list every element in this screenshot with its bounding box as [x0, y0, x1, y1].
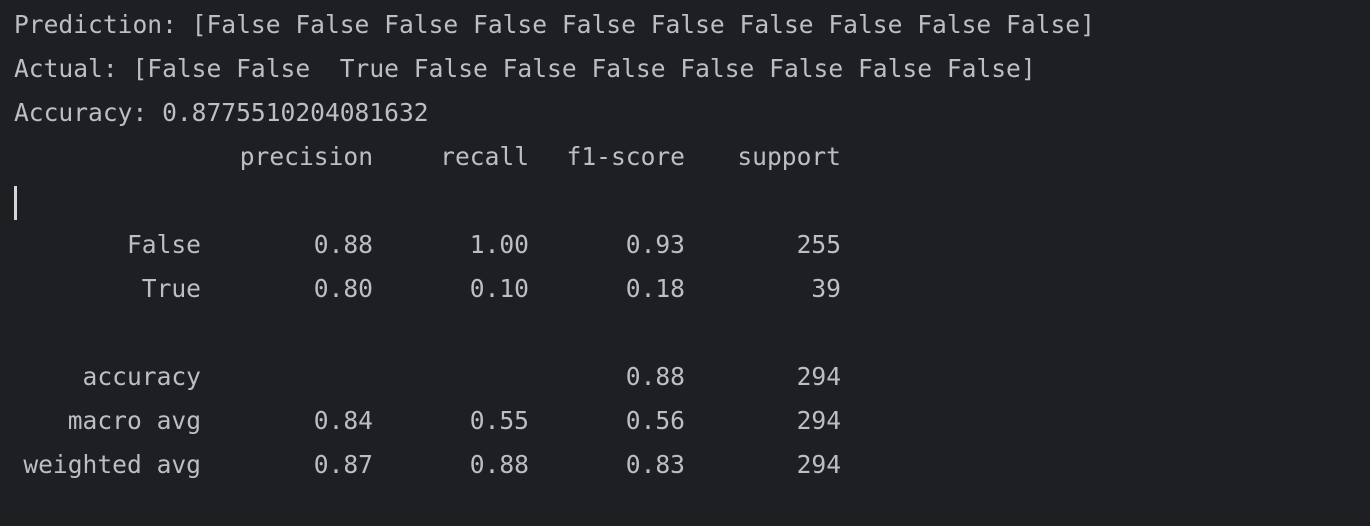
header-f1-score: f1-score [566, 142, 685, 171]
row-support: 39 [811, 274, 841, 303]
row-precision: 0.87 [313, 450, 373, 479]
row-support: 255 [796, 230, 841, 259]
row-f1-score: 0.18 [625, 274, 685, 303]
text-cursor [14, 186, 17, 220]
report-row-accuracy: accuracy 0.88 294 [14, 358, 1370, 402]
report-row-macro-avg: macro avg 0.84 0.55 0.56 294 [14, 402, 1370, 446]
row-recall: 0.55 [469, 406, 529, 435]
row-label: True [141, 274, 201, 303]
row-f1-score: 0.83 [625, 450, 685, 479]
row-precision: 0.84 [313, 406, 373, 435]
row-recall: 0.88 [469, 450, 529, 479]
row-recall: 1.00 [469, 230, 529, 259]
row-support: 294 [796, 450, 841, 479]
actual-line: Actual: [False False True False False Fa… [14, 54, 1036, 83]
row-f1-score: 0.56 [625, 406, 685, 435]
row-label: accuracy [82, 362, 201, 391]
row-precision: 0.88 [313, 230, 373, 259]
text-cursor-line[interactable] [14, 182, 1370, 226]
row-recall: 0.10 [469, 274, 529, 303]
row-support: 294 [796, 362, 841, 391]
row-label: macro avg [67, 406, 201, 435]
row-f1-score: 0.88 [625, 362, 685, 391]
row-support: 294 [796, 406, 841, 435]
header-support: support [737, 142, 841, 171]
header-recall: recall [440, 142, 529, 171]
prediction-line: Prediction: [False False False False Fal… [14, 10, 1095, 39]
report-row-true: True 0.80 0.10 0.18 39 [14, 270, 1370, 314]
row-f1-score: 0.93 [625, 230, 685, 259]
report-row-false: False 0.88 1.00 0.93 255 [14, 226, 1370, 270]
report-header-row: precision recall f1-score support [14, 138, 1370, 182]
report-row-weighted-avg: weighted avg 0.87 0.88 0.83 294 [14, 446, 1370, 490]
accuracy-line: Accuracy: 0.8775510204081632 [14, 98, 429, 127]
row-precision: 0.80 [313, 274, 373, 303]
row-label: False [126, 230, 201, 259]
console-output: Prediction: [False False False False Fal… [0, 0, 1370, 526]
header-precision: precision [239, 142, 373, 171]
row-label: weighted avg [23, 450, 201, 479]
